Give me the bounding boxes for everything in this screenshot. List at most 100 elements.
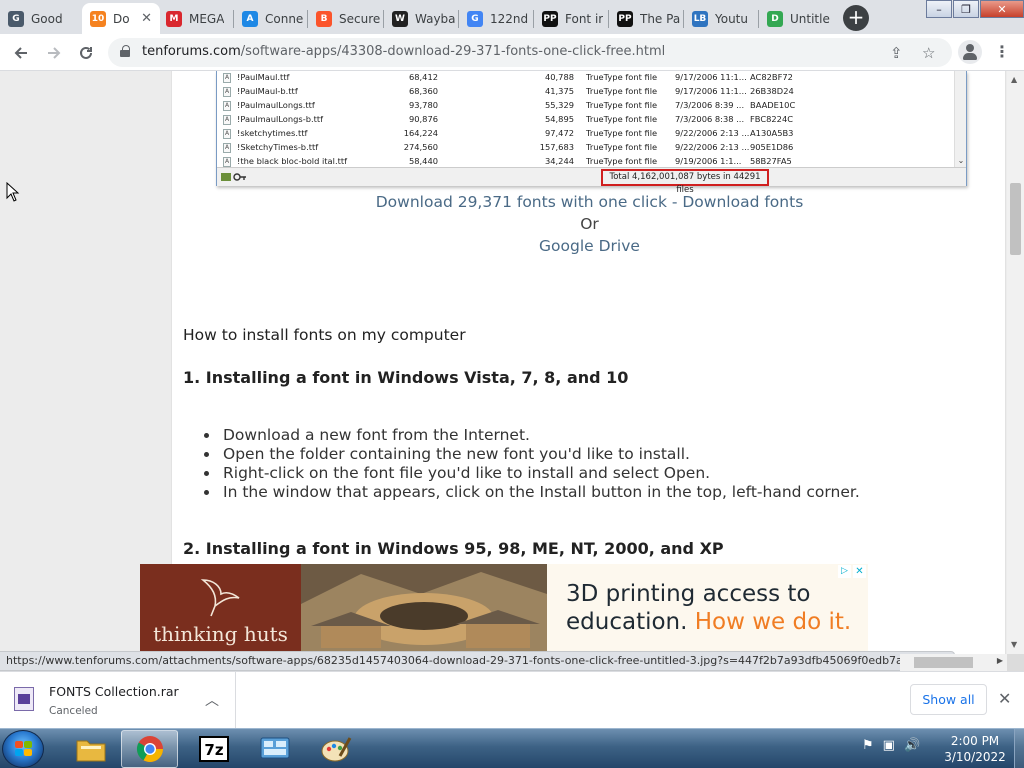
font-file-icon: A [223, 115, 231, 125]
vertical-scrollbar[interactable]: ▲ ▼ [1007, 71, 1024, 654]
taskbar-paint[interactable] [307, 730, 364, 768]
ad-close-icon[interactable]: ✕ [853, 565, 866, 578]
tab-2[interactable]: 10 Do ✕ [82, 3, 160, 34]
drive-key-icon [221, 173, 246, 181]
tab-4[interactable]: A Conne [234, 3, 306, 34]
start-button[interactable] [2, 730, 44, 768]
show-all-button[interactable]: Show all [910, 684, 987, 715]
listing-cell-csize: 41,375 [544, 86, 574, 96]
forward-arrow-icon [48, 47, 61, 59]
hscroll-thumb[interactable] [914, 657, 973, 668]
listing-cell-name: !PaulmaulLongs-b.ttf [237, 114, 324, 124]
url-text[interactable]: tenforums.com/software-apps/43308-downlo… [142, 44, 665, 59]
tab-title: 122nd [490, 11, 529, 26]
taskbar-7zip[interactable]: 7z [185, 730, 242, 768]
bookmark-star-icon[interactable]: ☆ [922, 44, 935, 62]
file-list: A !PaulMaul.ttf 68,412 40,788 TrueType font … [220, 71, 956, 167]
download-item[interactable]: FONTS Collection.rar Canceled ︿ [0, 672, 236, 728]
tab-title: Good [31, 11, 63, 26]
mega-icon: M [166, 10, 182, 27]
tab-title: Youtu [715, 11, 748, 26]
tab-5[interactable]: B Secure [308, 3, 382, 34]
listing-cell-type: TrueType font file [586, 142, 658, 152]
listing-cell-name: !PaulmaulLongs.ttf [237, 100, 315, 110]
lock-icon[interactable] [120, 45, 130, 57]
google-drive-link[interactable]: Google Drive [172, 237, 1007, 255]
list-item: Right-click on the font file you'd like … [204, 464, 860, 483]
volume-icon[interactable]: 🔊 [904, 738, 920, 753]
taskbar-chrome[interactable] [121, 730, 178, 768]
svg-text:7z: 7z [204, 741, 223, 759]
tab-title: Wayba [415, 11, 456, 26]
tab-9[interactable]: PP The Pa [609, 3, 682, 34]
profile-avatar[interactable] [958, 40, 982, 64]
listing-cell-type: TrueType font file [586, 100, 658, 110]
show-desktop-button[interactable] [1014, 729, 1024, 768]
scroll-right-arrow-icon[interactable]: ▶ [997, 656, 1003, 665]
minimize-button[interactable]: – [926, 0, 952, 18]
listing-cell-crc: BAADE10C [750, 100, 796, 110]
back-button[interactable] [8, 40, 34, 66]
tab-7[interactable]: G 122nd [459, 3, 532, 34]
or-separator: Or [580, 215, 599, 233]
close-window-button[interactable]: ✕ [980, 0, 1024, 18]
taskbar-explorer[interactable] [62, 730, 119, 768]
ad-headline-accent[interactable]: How we do it. [695, 609, 851, 635]
forward-button[interactable] [41, 40, 67, 66]
scroll-up-arrow-icon[interactable]: ▲ [1011, 75, 1017, 84]
close-shelf-icon[interactable]: ✕ [998, 689, 1011, 708]
download-fonts-link[interactable]: Download 29,371 fonts with one click - D… [172, 193, 1007, 211]
listing-cell-name: !the black bloc-bold ital.ttf [237, 156, 348, 166]
section2-heading: 2. Installing a font in Windows 95, 98, … [183, 539, 724, 558]
listing-row: A !PaulMaul.ttf 68,412 40,788 TrueType font … [220, 71, 956, 85]
action-center-flag-icon[interactable]: ⚑ [862, 738, 874, 753]
address-bar[interactable]: tenforums.com/software-apps/43308-downlo… [108, 38, 952, 67]
browser-toolbar: tenforums.com/software-apps/43308-downlo… [0, 34, 1024, 71]
horizontal-scrollbar[interactable]: ▶ [900, 654, 1007, 671]
network-icon[interactable]: ▣ [883, 738, 895, 753]
taskbar-control-panel[interactable] [246, 730, 303, 768]
scroll-down-arrow-icon[interactable]: ▼ [1011, 640, 1017, 649]
paint-icon [321, 737, 351, 762]
listing-cell-crc: 26B38D24 [750, 86, 794, 96]
reload-button[interactable] [73, 40, 99, 66]
brave-icon: B [316, 10, 332, 27]
listing-cell-crc: A130A5B3 [750, 128, 794, 138]
scrollbar-corner [1007, 654, 1024, 671]
font-file-icon: A [223, 143, 231, 153]
adchoices-icon[interactable]: ▷ [838, 565, 851, 578]
tab-11[interactable]: D Untitle [759, 3, 832, 34]
listing-row: A !PaulmaulLongs.ttf 93,780 55,329 TrueType … [220, 99, 956, 113]
archive-icon: W [392, 10, 408, 27]
listing-cell-crc: FBC8224C [750, 114, 794, 124]
chrome-icon [136, 736, 163, 763]
google-icon: G [467, 10, 483, 27]
maximize-button[interactable]: ❐ [953, 0, 979, 18]
chevron-up-icon[interactable]: ︿ [205, 690, 219, 710]
close-tab-icon[interactable]: ✕ [141, 11, 152, 26]
ad-copy-panel: 3D printing access to education. How we … [547, 564, 868, 654]
tab-title: Untitle [790, 11, 830, 26]
tab-3[interactable]: M MEGA [158, 3, 232, 34]
listing-cell-type: TrueType font file [586, 72, 658, 82]
taskbar-clock[interactable]: 2:00 PM 3/10/2022 [936, 733, 1014, 765]
url-path: /software-apps/43308-download-29-371-fon… [240, 44, 666, 59]
pp-icon: PP [542, 10, 558, 27]
tab-separator [458, 10, 459, 28]
tab-6[interactable]: W Wayba [384, 3, 457, 34]
listing-cell-csize: 157,683 [539, 142, 574, 152]
listing-cell-date: 9/17/2006 11:1... [675, 86, 747, 96]
ad-banner[interactable]: thinking huts 3D printing access to educ… [140, 564, 868, 654]
tab-10[interactable]: LB Youtu [684, 3, 757, 34]
listing-cell-crc: 905E1D86 [750, 142, 794, 152]
list-item: In the window that appears, click on the… [204, 483, 860, 501]
tab-8[interactable]: PP Font ir [534, 3, 607, 34]
menu-kebab-icon[interactable]: ⋮ [994, 42, 1010, 62]
tab-1[interactable]: G Good [0, 3, 80, 34]
archive-listing-screenshot[interactable]: A !PaulMaul.ttf 68,412 40,788 TrueType font … [216, 71, 967, 195]
scrollbar-thumb[interactable] [1010, 183, 1021, 255]
share-icon[interactable]: ⇪ [890, 44, 903, 62]
ad-headline-2: education. How we do it. [566, 609, 851, 635]
list-item: Download a new font from the Internet. [204, 426, 860, 445]
new-tab-button[interactable]: + [843, 5, 869, 31]
